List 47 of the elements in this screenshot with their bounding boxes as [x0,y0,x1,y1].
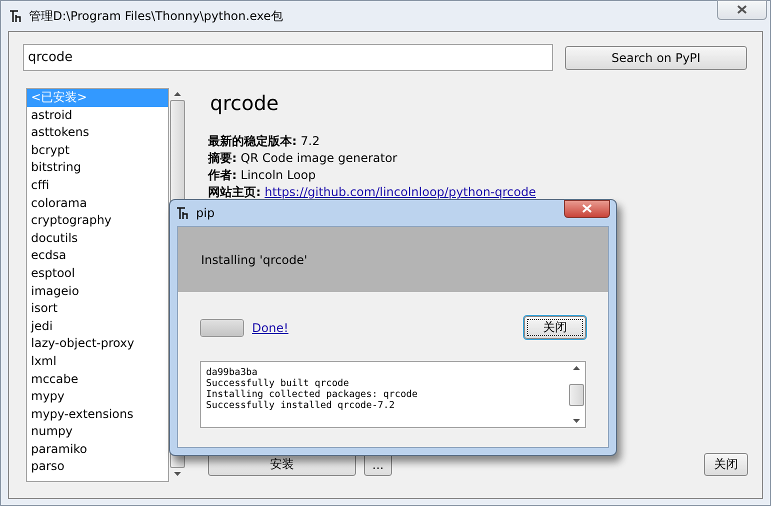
close-icon [737,5,747,14]
package-item[interactable]: bitstring [27,159,168,177]
search-button[interactable]: Search on PyPI [565,46,747,70]
down-arrow-icon[interactable] [174,472,181,476]
progress-bar [200,318,244,336]
info-line: 最新的稳定版本: 7.2 [208,133,321,150]
package-item[interactable]: numpy [27,423,168,441]
info-line: 网站主页: https://github.com/lincolnloop/python-qrcode [208,184,537,201]
package-item[interactable]: cffi [27,176,168,195]
package-item[interactable]: asttokens [27,124,168,142]
status-text: Installing 'qrcode' [201,252,308,266]
package-item[interactable]: lazy-object-proxy [27,335,168,353]
window-title: 管理D:\Program Files\Thonny\python.exe包 [29,8,283,24]
close-button[interactable] [717,0,767,20]
package-item[interactable]: lxml [27,352,168,370]
dialog-title: pip [196,206,215,220]
package-title: qrcode [210,91,280,115]
package-item[interactable]: paramiko [27,440,168,458]
search-field[interactable]: qrcode [23,44,553,71]
package-item[interactable]: mccabe [27,370,168,388]
info-line: 作者: Lincoln Loop [208,167,317,184]
package-item[interactable]: cryptography [27,212,168,230]
package-item[interactable]: mypy [27,388,168,406]
package-item[interactable]: colorama [27,194,168,212]
package-item[interactable]: mypy-extensions [27,406,168,424]
package-item[interactable]: parso [27,458,168,476]
close-button[interactable]: 关闭 [524,316,586,339]
log-text: da99ba3ba Successfully built qrcode Installing collected packages: qrcode Successfully installed qrcode-7.2 [205,366,419,413]
done-link[interactable]: Done! [252,320,288,334]
logo-icon [176,206,190,220]
close-icon [582,204,592,213]
package-item[interactable]: imageio [27,282,168,300]
homepage-link[interactable]: https://github.com/lincolnloop/python-qrcode [264,185,536,199]
package-item[interactable]: bcrypt [27,142,168,160]
package-item[interactable]: esptool [27,264,168,283]
package-item[interactable]: isort [27,300,168,318]
package-item[interactable]: astroid [27,106,168,124]
up-arrow-icon[interactable] [174,92,181,96]
close-button[interactable] [564,200,610,218]
up-arrow-icon[interactable] [573,366,580,370]
package-item[interactable]: ecdsa [27,247,168,265]
logo-icon [9,9,23,23]
package-item[interactable]: docutils [27,230,168,248]
package-item[interactable]: jedi [27,318,168,336]
info-line: 摘要: QR Code image generator [208,150,398,167]
close-button[interactable]: 关闭 [704,453,748,476]
down-arrow-icon[interactable] [573,419,580,423]
